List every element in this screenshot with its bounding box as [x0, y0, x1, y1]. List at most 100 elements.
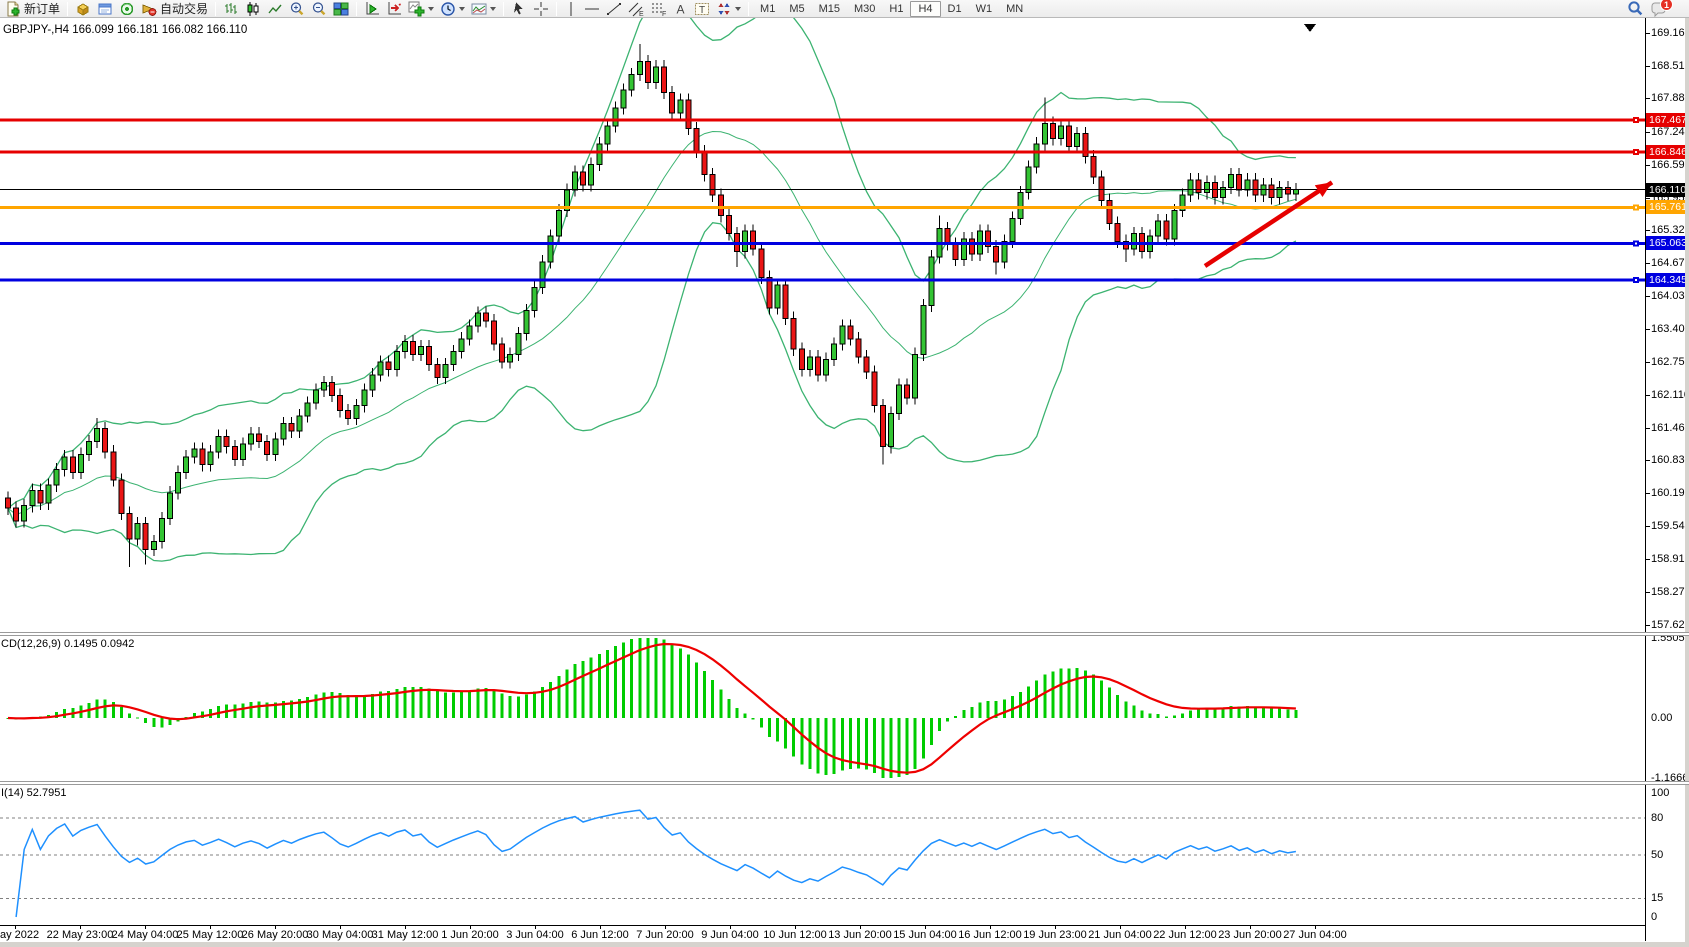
time-tick-label: 22 Jun 12:00	[1153, 929, 1217, 941]
time-tick-label: 1 Jun 20:00	[441, 929, 499, 941]
time-tick-label: 15 Jun 04:00	[893, 929, 957, 941]
trendline-tool[interactable]	[604, 1, 624, 17]
axis-tick-mark	[1646, 165, 1650, 166]
notifications-button[interactable]: 1	[1648, 1, 1682, 17]
mt4-window: 新订单	[0, 0, 1689, 947]
price-tag[interactable]: 165.761	[1646, 200, 1686, 214]
price-tag[interactable]: 164.345	[1646, 273, 1686, 287]
timeframe-button-M15[interactable]: M15	[812, 1, 847, 17]
timeframe-button-D1[interactable]: D1	[941, 1, 969, 17]
axis-tick-mark	[1646, 395, 1650, 396]
macd-histogram	[7, 638, 1298, 778]
price-tick-label: 169.160	[1651, 27, 1689, 39]
toolbar-separator	[67, 2, 68, 16]
bollinger-lower-band	[8, 223, 1296, 561]
crosshair-icon	[533, 1, 549, 17]
axis-tick-mark	[1646, 428, 1650, 429]
new-order-button[interactable]: 新订单	[3, 1, 62, 17]
zoom-out-button[interactable]	[309, 1, 329, 17]
periods-button[interactable]	[438, 1, 467, 17]
line-chart-button[interactable]	[265, 1, 285, 17]
horizontal-line-tool[interactable]	[582, 1, 602, 17]
dropdown-caret	[735, 7, 741, 11]
timeframe-button-M30[interactable]: M30	[847, 1, 882, 17]
new-chart-icon	[408, 1, 425, 17]
price-tick-label: 158.915	[1651, 553, 1689, 565]
template-icon	[471, 1, 487, 17]
zoom-in-button[interactable]	[287, 1, 307, 17]
chart-shift-button[interactable]	[384, 1, 404, 17]
time-tick-label: 13 Jun 20:00	[828, 929, 892, 941]
timeframe-button-MN[interactable]: MN	[999, 1, 1030, 17]
vertical-line-tool[interactable]	[562, 1, 580, 17]
market-watch-button[interactable]	[73, 1, 93, 17]
text-tool[interactable]: A	[672, 1, 690, 17]
price-axis[interactable]: 169.160168.515167.885167.240166.595165.9…	[1645, 18, 1685, 941]
axis-tick-mark	[1646, 526, 1650, 527]
time-tick-label: 23 Jun 20:00	[1218, 929, 1282, 941]
new-order-label: 新订单	[24, 0, 60, 17]
pane-divider[interactable]	[0, 781, 1689, 785]
text-icon: A	[674, 1, 688, 17]
price-tick-label: 158.270	[1651, 586, 1689, 598]
new-order-icon	[5, 1, 21, 17]
price-tick-label: 163.400	[1651, 323, 1689, 335]
axis-tick-mark	[1646, 98, 1650, 99]
axis-tick-mark	[1646, 263, 1650, 264]
chart-shift-marker[interactable]	[1304, 24, 1316, 32]
price-tag[interactable]: 166.846	[1646, 145, 1686, 159]
fibonacci-tool[interactable]: F	[649, 1, 670, 17]
auto-trading-label: 自动交易	[160, 0, 208, 17]
search-button[interactable]	[1624, 1, 1646, 17]
price-tag[interactable]: 167.467	[1646, 113, 1686, 127]
price-tag[interactable]: 165.063	[1646, 236, 1686, 250]
price-tick-label: 162.110	[1651, 389, 1689, 401]
arrows-tool[interactable]	[714, 1, 743, 17]
templates-button[interactable]	[469, 1, 498, 17]
macd-pane[interactable]	[0, 636, 1645, 781]
svg-text:T: T	[699, 5, 705, 16]
price-tick-label: 167.885	[1651, 92, 1689, 104]
time-tick-label: 3 Jun 04:00	[506, 929, 564, 941]
pane-divider[interactable]	[0, 632, 1689, 636]
price-tick-label: 161.465	[1651, 422, 1689, 434]
timeframe-button-M1[interactable]: M1	[753, 1, 782, 17]
cursor-button[interactable]	[509, 1, 529, 17]
rsi-label: I(14) 52.7951	[1, 787, 66, 799]
tile-windows-button[interactable]	[331, 1, 351, 17]
svg-text:E: E	[639, 11, 644, 17]
timeframe-button-M5[interactable]: M5	[782, 1, 811, 17]
candles	[6, 44, 1299, 567]
time-tick-label: 9 Jun 04:00	[701, 929, 759, 941]
auto-scroll-button[interactable]	[362, 1, 382, 17]
equidistant-channel-tool[interactable]: E	[626, 1, 647, 17]
timeframe-button-W1[interactable]: W1	[969, 1, 1000, 17]
fibonacci-icon: F	[651, 1, 668, 17]
timeframe-button-H1[interactable]: H1	[882, 1, 910, 17]
axis-tick-mark	[1646, 329, 1650, 330]
macd-axis-label: 0.00	[1651, 712, 1672, 724]
auto-trading-button[interactable]: 自动交易	[139, 1, 210, 17]
candlestick-chart-button[interactable]	[243, 1, 263, 17]
window-right-edge	[1685, 18, 1689, 947]
new-chart-button[interactable]	[406, 1, 436, 17]
rsi-pane[interactable]	[0, 785, 1645, 925]
price-tag[interactable]: 166.110	[1646, 183, 1686, 197]
rsi-axis-label: 15	[1651, 892, 1663, 904]
main-price-pane[interactable]	[0, 18, 1645, 632]
timeframe-button-H4[interactable]: H4	[910, 1, 940, 17]
time-axis[interactable]: May 202222 May 23:0024 May 04:0025 May 1…	[0, 926, 1689, 942]
text-label-tool[interactable]: T	[692, 1, 712, 17]
svg-text:A: A	[677, 2, 685, 16]
crosshair-button[interactable]	[531, 1, 551, 17]
time-tick-label: 22 May 23:00	[47, 929, 114, 941]
axis-tick-mark	[1646, 625, 1650, 626]
price-tick-label: 168.515	[1651, 60, 1689, 72]
data-window-button[interactable]	[95, 1, 115, 17]
rsi-axis-label: 50	[1651, 849, 1663, 861]
price-tick-label: 164.030	[1651, 290, 1689, 302]
notification-badge: 1	[1660, 0, 1673, 11]
bar-chart-button[interactable]	[221, 1, 241, 17]
zoom-out-icon	[311, 1, 327, 17]
navigator-button[interactable]	[117, 1, 137, 17]
